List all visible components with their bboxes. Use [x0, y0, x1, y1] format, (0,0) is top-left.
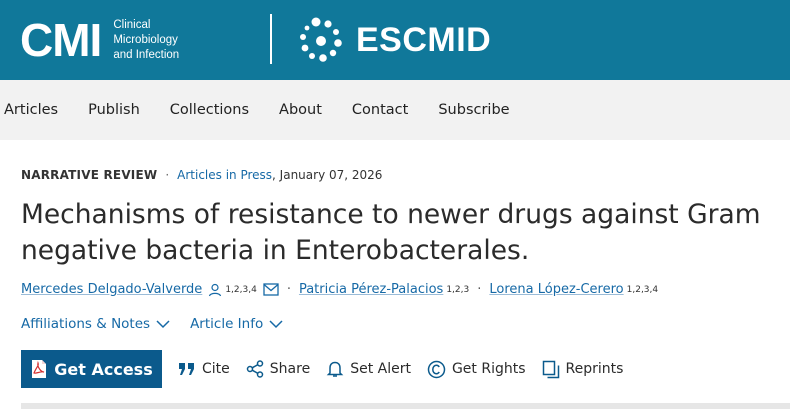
- section-divider: [21, 403, 790, 409]
- main-nav: Articles Publish Collections About Conta…: [0, 80, 790, 140]
- article-info-toggle[interactable]: Article Info: [190, 316, 283, 332]
- email-icon[interactable]: [263, 283, 279, 296]
- escmid-dots-icon: [300, 17, 342, 62]
- author-name[interactable]: Patricia Pérez-Palacios: [299, 282, 443, 297]
- escmid-wordmark: ESCMID: [356, 20, 492, 59]
- share-label: Share: [269, 361, 311, 377]
- reprints-label: Reprints: [565, 361, 624, 377]
- nav-item-collections[interactable]: Collections: [170, 102, 249, 118]
- cmi-logo[interactable]: CMI Clinical Microbiology and Infection: [20, 12, 179, 68]
- chevron-down-icon: [269, 319, 283, 328]
- article-info-label: Article Info: [190, 316, 264, 332]
- share-button[interactable]: Share: [246, 360, 310, 378]
- nav-item-subscribe[interactable]: Subscribe: [438, 102, 509, 118]
- escmid-logo[interactable]: ESCMID: [296, 12, 491, 68]
- logo-divider: [270, 14, 272, 64]
- affiliations-notes-toggle[interactable]: Affiliations & Notes: [21, 316, 170, 332]
- get-rights-button[interactable]: Get Rights: [427, 360, 526, 379]
- get-access-label: Get Access: [54, 359, 153, 379]
- cite-label: Cite: [202, 361, 230, 377]
- logo-subtitle-line: Clinical: [113, 18, 151, 31]
- get-access-button[interactable]: Get Access: [21, 350, 162, 388]
- reprints-icon: [542, 360, 559, 378]
- nav-item-contact[interactable]: Contact: [352, 102, 408, 118]
- publication-date: , January 07, 2026: [272, 168, 383, 182]
- person-icon[interactable]: [208, 283, 222, 297]
- quote-icon: [179, 363, 194, 375]
- author-affiliation-numbers: 1,2,3,4: [626, 284, 659, 295]
- header-banner: CMI Clinical Microbiology and Infection …: [0, 0, 790, 80]
- cite-button[interactable]: Cite: [178, 361, 230, 377]
- author-name[interactable]: Lorena López-Cerero: [489, 282, 623, 297]
- get-rights-label: Get Rights: [451, 361, 526, 377]
- pdf-icon: [32, 360, 47, 378]
- article-expanders: Affiliations & Notes Article Info: [21, 316, 283, 332]
- cmi-logo-mark: CMI: [20, 14, 102, 66]
- separator-dot: ·: [286, 282, 291, 297]
- separator-dot: ·: [165, 168, 170, 182]
- affiliations-notes-label: Affiliations & Notes: [21, 316, 151, 332]
- set-alert-label: Set Alert: [350, 361, 411, 377]
- copyright-icon: [427, 360, 446, 378]
- author-name[interactable]: Mercedes Delgado-Valverde: [21, 282, 202, 297]
- logo-subtitle-line: Microbiology: [113, 33, 178, 46]
- set-alert-button[interactable]: Set Alert: [326, 360, 411, 378]
- cmi-logo-subtitle: Clinical Microbiology and Infection: [113, 18, 179, 63]
- reprints-button[interactable]: Reprints: [542, 360, 624, 379]
- chevron-down-icon: [156, 319, 170, 328]
- share-icon: [246, 360, 264, 378]
- nav-item-articles[interactable]: Articles: [4, 102, 58, 118]
- separator-dot: ·: [477, 282, 482, 297]
- nav-item-publish[interactable]: Publish: [88, 102, 140, 118]
- article-type: NARRATIVE REVIEW: [21, 168, 158, 182]
- author-list: Mercedes Delgado-Valverde 1,2,3,4 · Patr…: [21, 282, 658, 297]
- author-affiliation-numbers: 1,2,3,4: [225, 284, 257, 295]
- article-meta: NARRATIVE REVIEW · Articles in Press , J…: [21, 168, 382, 182]
- logo-subtitle-line: and Infection: [113, 48, 180, 61]
- author-affiliation-numbers: 1,2,3: [446, 284, 470, 295]
- article-actions: Get Access Cite Share Set Alert Get Righ…: [21, 350, 623, 388]
- article-title: Mechanisms of resistance to newer drugs …: [21, 199, 761, 266]
- nav-item-about[interactable]: About: [279, 102, 322, 118]
- articles-in-press-link[interactable]: Articles in Press: [177, 168, 272, 182]
- bell-icon: [326, 361, 344, 377]
